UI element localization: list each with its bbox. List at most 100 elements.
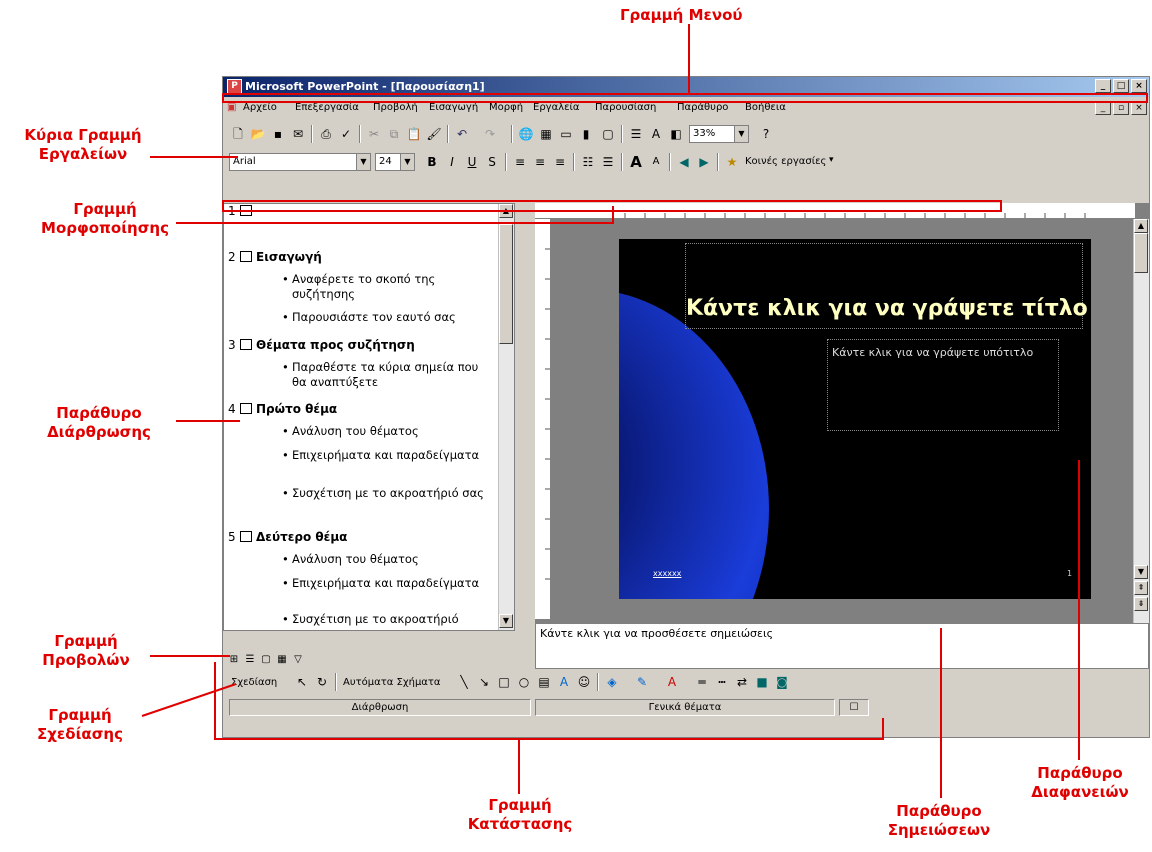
insert-table-icon[interactable]: ▦ bbox=[537, 125, 555, 143]
line-color-icon[interactable]: ✎ bbox=[633, 673, 651, 691]
align-left-icon[interactable]: ≡ bbox=[511, 153, 529, 171]
chevron-down-icon[interactable]: ▾ bbox=[829, 155, 834, 165]
chevron-down-icon[interactable]: ▼ bbox=[734, 126, 748, 142]
title-placeholder[interactable]: Κάντε κλικ για να γράψετε τίτλο bbox=[685, 243, 1088, 329]
fill-color-icon[interactable]: ◈ bbox=[603, 673, 621, 691]
redo-icon[interactable]: ↷ bbox=[481, 125, 499, 143]
outline-bullet[interactable]: Επιχειρήματα και παραδείγματα bbox=[282, 448, 492, 463]
common-tasks-button[interactable]: Κοινές εργασίες bbox=[745, 156, 826, 167]
outline-bullet[interactable]: Ανάλυση του θέματος bbox=[282, 424, 492, 439]
outline-bullet[interactable]: Συσχέτιση με το ακροατήριό bbox=[282, 612, 492, 627]
arrow-icon[interactable]: ↘ bbox=[475, 673, 493, 691]
print-icon[interactable]: ⎙ bbox=[317, 125, 335, 143]
grayscale-icon[interactable]: ◧ bbox=[667, 125, 685, 143]
undo-icon[interactable]: ↶ bbox=[453, 125, 471, 143]
subtitle-placeholder[interactable]: Κάντε κλικ για να γράψετε υπότιτλο bbox=[827, 339, 1059, 431]
menu-tools[interactable]: Εργαλεία bbox=[533, 102, 579, 113]
chevron-down-icon[interactable]: ▼ bbox=[356, 154, 370, 170]
maximize-button[interactable]: □ bbox=[1113, 79, 1129, 93]
hyperlink-icon[interactable]: 🌐 bbox=[517, 125, 535, 143]
menu-view[interactable]: Προβολή bbox=[373, 102, 418, 113]
outline-bullet[interactable]: Συσχέτιση με το ακροατήριό σας bbox=[282, 486, 492, 501]
copy-icon[interactable]: ⧉ bbox=[385, 125, 403, 143]
rectangle-icon[interactable]: □ bbox=[495, 673, 513, 691]
textbox-icon[interactable]: ▤ bbox=[535, 673, 553, 691]
line-icon[interactable]: ╲ bbox=[455, 673, 473, 691]
outline-scrollbar[interactable]: ▲ ▼ bbox=[498, 204, 514, 630]
previous-slide-icon[interactable]: ⇞ bbox=[1134, 581, 1148, 595]
font-color-icon[interactable]: A bbox=[663, 673, 681, 691]
insert-chart-icon[interactable]: ▮ bbox=[577, 125, 595, 143]
underline-icon[interactable]: U bbox=[463, 153, 481, 171]
email-icon[interactable]: ✉ bbox=[289, 125, 307, 143]
outline-slide-2[interactable]: 2 Εισαγωγή bbox=[228, 250, 322, 264]
align-right-icon[interactable]: ≡ bbox=[551, 153, 569, 171]
doc-minimize-button[interactable]: _ bbox=[1095, 101, 1111, 115]
shadow-icon[interactable]: S bbox=[483, 153, 501, 171]
bullets-icon[interactable]: ☰ bbox=[599, 153, 617, 171]
oval-icon[interactable]: ○ bbox=[515, 673, 533, 691]
outline-bullet[interactable]: Αναφέρετε το σκοπό της συζήτησης bbox=[282, 272, 492, 302]
menu-window[interactable]: Παράθυρο bbox=[677, 102, 728, 113]
slide-canvas[interactable]: Κάντε κλικ για να γράψετε τίτλο Κάντε κλ… bbox=[619, 239, 1091, 599]
spelling-status-icon[interactable]: ☐ bbox=[839, 699, 869, 716]
3d-style-icon[interactable]: ◙ bbox=[773, 673, 791, 691]
expand-all-icon[interactable]: ☰ bbox=[627, 125, 645, 143]
increase-font-icon[interactable]: A bbox=[627, 153, 645, 171]
menu-file[interactable]: Αρχείο bbox=[243, 102, 277, 113]
help-icon[interactable]: ? bbox=[757, 125, 775, 143]
save-icon[interactable]: ▪ bbox=[269, 125, 287, 143]
scroll-thumb[interactable] bbox=[1134, 233, 1148, 273]
spelling-icon[interactable]: ✓ bbox=[337, 125, 355, 143]
line-style-icon[interactable]: ═ bbox=[693, 673, 711, 691]
dash-style-icon[interactable]: ┅ bbox=[713, 673, 731, 691]
free-rotate-icon[interactable]: ↻ bbox=[313, 673, 331, 691]
menu-slideshow[interactable]: Παρουσίαση bbox=[595, 102, 656, 113]
new-slide-icon[interactable]: ▢ bbox=[599, 125, 617, 143]
promote-icon[interactable]: ◀ bbox=[675, 153, 693, 171]
menu-insert[interactable]: Εισαγωγή bbox=[429, 102, 478, 113]
menu-edit[interactable]: Επεξεργασία bbox=[295, 102, 359, 113]
scroll-down-icon[interactable]: ▼ bbox=[499, 614, 513, 628]
select-pointer-icon[interactable]: ↖ bbox=[293, 673, 311, 691]
outline-slide-5[interactable]: 5 Δεύτερο θέμα bbox=[228, 530, 347, 544]
scroll-down-icon[interactable]: ▼ bbox=[1134, 565, 1148, 579]
outline-pane[interactable]: 1 2Εισαγωγή Αναφέρετε το σκοπό της συζήτ… bbox=[223, 203, 515, 631]
font-select[interactable]: Arial ▼ bbox=[229, 153, 371, 171]
doc-close-button[interactable]: × bbox=[1131, 101, 1147, 115]
notes-placeholder[interactable]: Κάντε κλικ για να προσθέσετε σημειώσεις bbox=[540, 627, 773, 640]
outline-slide-3[interactable]: 3 Θέματα προς συζήτηση bbox=[228, 338, 415, 352]
outline-bullet[interactable]: Παραθέστε τα κύρια σημεία που θα αναπτύξ… bbox=[282, 360, 492, 390]
chevron-down-icon[interactable]: ▼ bbox=[400, 154, 414, 170]
show-formatting-icon[interactable]: A bbox=[647, 125, 665, 143]
numbering-icon[interactable]: ☷ bbox=[579, 153, 597, 171]
wordart-icon[interactable]: A bbox=[555, 673, 573, 691]
notes-pane[interactable]: Κάντε κλικ για να προσθέσετε σημειώσεις bbox=[535, 623, 1149, 669]
scroll-thumb[interactable] bbox=[499, 224, 513, 344]
next-slide-icon[interactable]: ⇟ bbox=[1134, 597, 1148, 611]
close-button[interactable]: × bbox=[1131, 79, 1147, 93]
menu-help[interactable]: Βοήθεια bbox=[745, 102, 786, 113]
italic-icon[interactable]: I bbox=[443, 153, 461, 171]
slide-scrollbar[interactable]: ▲ ▼ ⇞ ⇟ bbox=[1133, 219, 1149, 623]
outline-slide-4[interactable]: 4 Πρώτο θέμα bbox=[228, 402, 337, 416]
font-size-select[interactable]: 24 ▼ bbox=[375, 153, 415, 171]
tables-borders-icon[interactable]: ▭ bbox=[557, 125, 575, 143]
clipart-icon[interactable]: ☺ bbox=[575, 673, 593, 691]
arrow-style-icon[interactable]: ⇄ bbox=[733, 673, 751, 691]
autoshapes-menu-button[interactable]: Αυτόματα Σχήματα bbox=[343, 677, 441, 688]
paste-icon[interactable]: 📋 bbox=[405, 125, 423, 143]
new-icon[interactable]: 🗋 bbox=[229, 125, 247, 143]
outline-bullet[interactable]: Ανάλυση του θέματος bbox=[282, 552, 492, 567]
minimize-button[interactable]: _ bbox=[1095, 79, 1111, 93]
decrease-font-icon[interactable]: A bbox=[647, 153, 665, 171]
format-painter-icon[interactable]: 🖌 bbox=[425, 125, 443, 143]
demote-icon[interactable]: ▶ bbox=[695, 153, 713, 171]
outline-bullet[interactable]: Επιχειρήματα και παραδείγματα bbox=[282, 576, 492, 591]
menu-format[interactable]: Μορφή bbox=[489, 102, 523, 113]
animation-icon[interactable]: ★ bbox=[723, 153, 741, 171]
scroll-up-icon[interactable]: ▲ bbox=[1134, 219, 1148, 233]
outline-bullet[interactable]: Παρουσιάστε τον εαυτό σας bbox=[282, 310, 492, 325]
bold-icon[interactable]: B bbox=[423, 153, 441, 171]
align-center-icon[interactable]: ≡ bbox=[531, 153, 549, 171]
